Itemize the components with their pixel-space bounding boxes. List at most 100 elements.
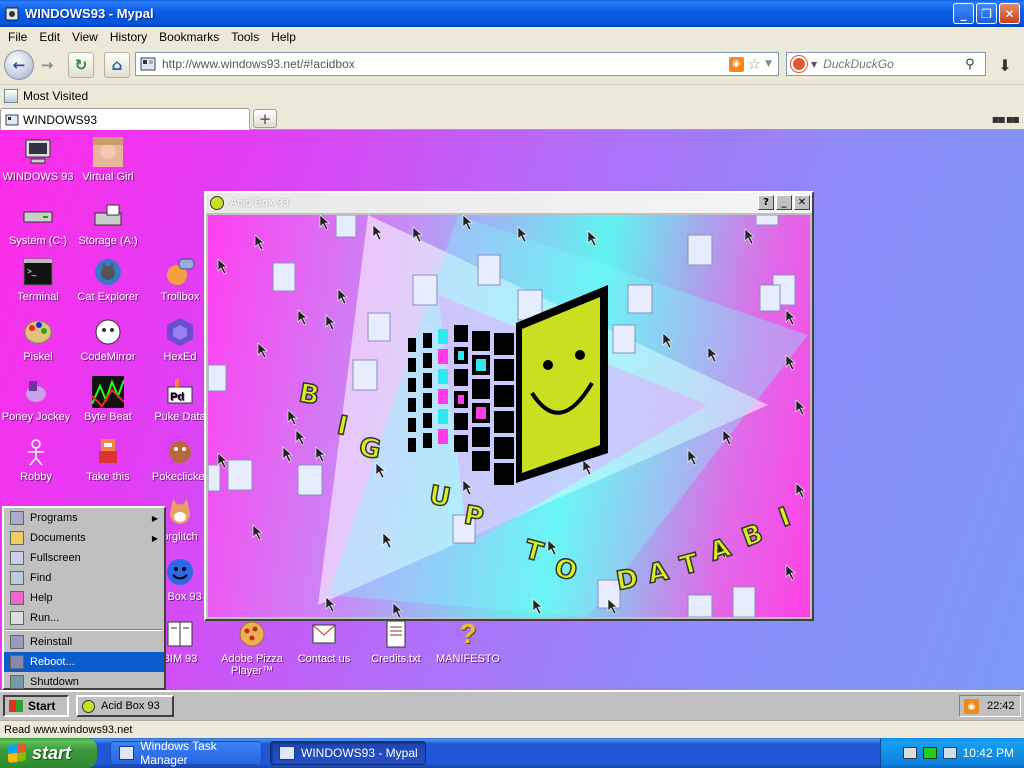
desktop-icon-windows93[interactable]: WINDOWS 93	[2, 136, 74, 183]
taskbar-task-manager[interactable]: Windows Task Manager	[110, 739, 262, 767]
win93-system-tray: ◉ 22:42	[959, 695, 1021, 717]
svg-text:B: B	[297, 378, 322, 411]
svg-text:>_: >_	[27, 267, 37, 276]
terminal-icon: >_	[22, 256, 54, 288]
menu-help[interactable]: Help	[265, 30, 302, 44]
start-menu-fullscreen[interactable]: Fullscreen	[4, 548, 164, 568]
acid-box-icon	[164, 556, 196, 588]
windows-logo-icon	[9, 700, 23, 712]
menu-edit[interactable]: Edit	[33, 30, 66, 44]
virtual-girl-icon	[92, 136, 124, 168]
desktop-icon-system-c[interactable]: System (C:)	[2, 200, 74, 247]
menu-file[interactable]: File	[2, 30, 33, 44]
bookmark-star-icon[interactable]: ☆	[748, 55, 761, 73]
url-text[interactable]: http://www.windows93.net/#!acidbox	[162, 57, 729, 71]
rss-icon[interactable]: ◉	[728, 56, 744, 72]
search-icon[interactable]: ⚲	[965, 57, 975, 72]
desktop-icon-take-this[interactable]: Take this	[72, 436, 144, 483]
url-bar[interactable]: http://www.windows93.net/#!acidbox ◉ ☆ ▼	[135, 52, 779, 76]
desktop-icon-poney-jockey[interactable]: Poney Jockey	[0, 376, 72, 423]
win93-clock: 22:42	[987, 700, 1015, 712]
menu-bookmarks[interactable]: Bookmarks	[153, 30, 225, 44]
tab-favicon-icon	[5, 114, 19, 125]
acid-box-title-bar[interactable]: Acid Box 93 ? _ ✕	[206, 193, 812, 213]
reboot-icon	[10, 655, 24, 669]
back-button[interactable]: ←	[4, 50, 34, 80]
task-manager-icon	[119, 746, 135, 760]
desktop-icon-cat-explorer[interactable]: Cat Explorer	[72, 256, 144, 303]
desktop-icon-robby[interactable]: Robby	[0, 436, 72, 483]
desktop-icon-credits[interactable]: Credits.txt	[360, 618, 432, 665]
maximize-button[interactable]: ❐	[976, 3, 997, 24]
start-menu-run[interactable]: Run...	[4, 608, 164, 628]
acid-close-button[interactable]: ✕	[794, 195, 810, 210]
desktop-icon-byte-beat[interactable]: Byte Beat	[72, 376, 144, 423]
tab-windows93[interactable]: WINDOWS93	[0, 108, 250, 130]
desktop-icon-manifesto[interactable]: ? MANIFESTO	[432, 618, 504, 666]
duckduckgo-icon[interactable]	[791, 56, 807, 72]
help-button[interactable]: ?	[758, 195, 774, 210]
xp-start-button[interactable]: start	[0, 738, 97, 768]
desktop-icon-piskel[interactable]: Piskel	[2, 316, 74, 363]
taskbar-mypal[interactable]: WINDOWS93 - Mypal	[270, 741, 426, 765]
cat-explorer-icon	[92, 256, 124, 288]
acid-box-controls: ? _ ✕	[758, 195, 810, 210]
acid-box-canvas[interactable]: B I G U P T O D A T A B I	[208, 215, 810, 617]
download-button[interactable]: ⬇	[992, 54, 1018, 76]
menu-view[interactable]: View	[66, 30, 104, 44]
desktop-icon-virtual-girl[interactable]: Virtual Girl	[72, 136, 144, 183]
rss-tray-icon[interactable]: ◉	[964, 698, 979, 714]
start-menu-help[interactable]: Help	[4, 588, 164, 608]
desktop-icon-adobe-pizza[interactable]: Adobe Pizza Player™	[216, 618, 288, 677]
hexed-icon	[164, 316, 196, 348]
volume-tray-icon[interactable]	[942, 747, 957, 759]
menu-history[interactable]: History	[104, 30, 153, 44]
tab-label: WINDOWS93	[23, 112, 98, 127]
win93-start-menu: Programs ▶ Documents ▶ Fullscreen Find H…	[2, 506, 166, 690]
reload-button[interactable]: ↻	[68, 52, 94, 78]
start-menu-programs[interactable]: Programs ▶	[4, 508, 164, 528]
reload-icon: ↻	[74, 56, 88, 74]
win93-start-button[interactable]: Start	[3, 695, 69, 717]
search-input[interactable]	[823, 57, 964, 71]
contact-icon	[308, 618, 340, 650]
minimize-button[interactable]: _	[953, 3, 974, 24]
desktop-icon-terminal[interactable]: >_ Terminal	[2, 256, 74, 303]
acid-minimize-button[interactable]: _	[776, 195, 792, 210]
close-button[interactable]: ✕	[999, 3, 1020, 24]
status-bar: Read www.windows93.net	[0, 720, 1024, 738]
acid-box-window[interactable]: Acid Box 93 ? _ ✕ B I G U P T O D A T A …	[204, 191, 814, 621]
desktop-icon-storage-a[interactable]: Storage (A:)	[72, 200, 144, 247]
start-menu-documents[interactable]: Documents ▶	[4, 528, 164, 548]
network-tray-icon[interactable]	[922, 747, 937, 759]
search-engine-dropdown-icon[interactable]: ▼	[811, 60, 817, 69]
submenu-arrow-icon: ▶	[151, 533, 158, 543]
svg-text:I: I	[775, 502, 794, 534]
shutdown-icon	[10, 675, 24, 689]
start-menu-shutdown[interactable]: Shutdown	[4, 672, 164, 692]
home-button[interactable]: ⌂	[104, 52, 130, 78]
keyboard-tray-icon[interactable]	[902, 747, 917, 759]
robby-icon	[20, 436, 52, 468]
svg-text:Pd: Pd	[170, 391, 184, 403]
pony-icon	[20, 376, 52, 408]
windows-flag-icon	[8, 743, 26, 763]
menu-tools[interactable]: Tools	[225, 30, 265, 44]
most-visited-bookmark[interactable]: Most Visited	[23, 89, 88, 103]
desktop-icon-contact-us[interactable]: Contact us	[288, 618, 360, 665]
start-menu-reinstall[interactable]: Reinstall	[4, 632, 164, 652]
menu-bar: File Edit View History Bookmarks Tools H…	[0, 27, 1024, 47]
start-menu-find[interactable]: Find	[4, 568, 164, 588]
help-icon	[10, 591, 24, 605]
new-tab-button[interactable]: +	[253, 109, 277, 128]
search-bar[interactable]: ▼ ⚲	[786, 52, 986, 76]
desktop-icon-codemirror[interactable]: CodeMirror	[72, 316, 144, 363]
submenu-arrow-icon: ▶	[151, 513, 158, 523]
list-all-tabs-icon[interactable]: ▪▪ ▪▪	[992, 112, 1020, 126]
forward-button[interactable]: →	[34, 52, 60, 78]
mypal-taskbar-icon	[279, 746, 295, 760]
taskbar-acid-box[interactable]: Acid Box 93	[76, 695, 174, 717]
most-visited-icon	[4, 88, 18, 103]
start-menu-reboot[interactable]: Reboot...	[4, 652, 164, 672]
url-dropdown-icon[interactable]: ▼	[765, 59, 772, 69]
